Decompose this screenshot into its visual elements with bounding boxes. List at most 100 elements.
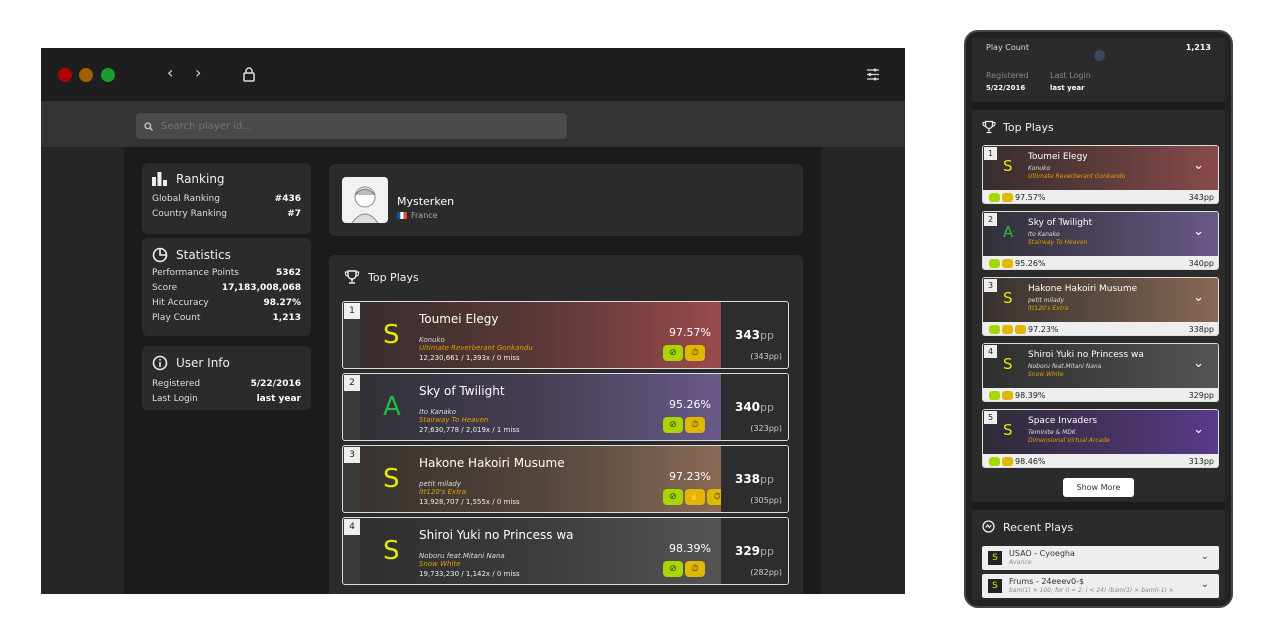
mobile-play-artist: Teminite & MDK	[1028, 429, 1076, 436]
play-weighted-pp: (305pp)	[750, 496, 782, 505]
recent-play-difficulty: Avarice	[1009, 559, 1032, 566]
play-grade: A	[383, 392, 401, 422]
mobile-play-footer: 98.46% 313pp	[983, 454, 1218, 467]
mobile-play-row[interactable]: 3 S Hakone Hakoiri Musume petit milady ltt12…	[982, 277, 1219, 336]
search-icon	[144, 121, 153, 131]
top-play-row[interactable]: 4 S Shiroi Yuki no Princess wa Noboru feat.…	[342, 517, 789, 585]
play-pp-value: 343	[734, 328, 761, 342]
top-play-row[interactable]: 3 S Hakone Hakoiri Musume petit milady ltt12…	[342, 445, 789, 513]
play-grade: S	[383, 320, 400, 350]
mod-no-fail-icon	[989, 193, 1000, 202]
mobile-play-pp: 343pp	[1188, 193, 1214, 202]
mobile-play-row[interactable]: 1 S Toumei Elegy Konuko Ultimate Reverberant…	[982, 145, 1219, 204]
play-difficulty: Ultimate Reverberant Gonkandu	[419, 344, 533, 352]
forward-arrow-icon[interactable]: ›	[195, 63, 201, 82]
phone-screen: Play Count 1,213 Registered 5/22/2016 La…	[972, 38, 1225, 600]
play-pp: 340pp	[735, 400, 774, 414]
close-window-button[interactable]	[58, 68, 72, 82]
stat-value: 1,213	[272, 313, 301, 323]
mobile-play-rank: 1	[984, 147, 997, 160]
show-more-button[interactable]: Show More	[1063, 478, 1134, 497]
mobile-top-plays-card: Top Plays 1 S Toumei Elegy Konuko Ultimate R…	[972, 110, 1225, 502]
stat-value: 5362	[275, 268, 301, 278]
last-login-label: Last Login	[152, 394, 198, 404]
play-title: Toumei Elegy	[419, 312, 499, 326]
desktop-window: ‹ › Ranking Global Ranking #436 Country R…	[41, 48, 905, 594]
mobile-registered-label: Registered	[986, 71, 1029, 80]
stat-row: Score 17,183,008,068	[152, 283, 301, 293]
play-pp-value: 340	[734, 400, 761, 414]
mod-no-fail-icon: ⊘	[663, 345, 683, 361]
play-artist: Konuko	[419, 336, 445, 344]
play-score: 27,630,778 / 2,019x / 1 miss	[419, 426, 520, 434]
play-pp-unit: pp	[760, 401, 774, 414]
mobile-play-footer: 97.23% 338pp	[983, 322, 1218, 335]
back-arrow-icon[interactable]: ‹	[167, 63, 173, 82]
mobile-play-grade: S	[1003, 421, 1013, 439]
play-pp: 338pp	[735, 472, 774, 486]
expand-chevron-icon[interactable]: ⌄	[1193, 356, 1204, 371]
mobile-play-pp: 340pp	[1188, 259, 1214, 268]
registered-value: 5/22/2016	[250, 379, 301, 389]
france-flag-icon	[397, 212, 407, 219]
play-score: 12,230,661 / 1,393x / 0 miss	[419, 354, 520, 362]
play-difficulty: ltt120's Extra	[419, 488, 467, 496]
top-play-row[interactable]: 1 S Toumei Elegy Konuko Ultimate Reverberant…	[342, 301, 789, 369]
play-pp-unit: pp	[760, 473, 774, 486]
maximize-window-button[interactable]	[101, 68, 115, 82]
mobile-play-artist: petit milady	[1028, 297, 1064, 304]
play-accuracy: 95.26%	[669, 398, 711, 411]
stat-row: Performance Points 5362	[152, 268, 301, 278]
phone-frame: Play Count 1,213 Registered 5/22/2016 La…	[964, 30, 1233, 608]
title-bar: ‹ ›	[41, 48, 905, 101]
search-input[interactable]	[161, 120, 541, 132]
expand-chevron-icon[interactable]: ⌄	[1193, 158, 1204, 173]
mobile-play-footer: 97.57% 343pp	[983, 190, 1218, 203]
mobile-play-title: Shiroi Yuki no Princess wa	[1028, 350, 1144, 360]
minimize-window-button[interactable]	[79, 68, 93, 82]
mobile-beatmap-background	[983, 410, 1218, 454]
expand-chevron-icon[interactable]: ⌄	[1193, 290, 1204, 305]
recent-play-name: USAO - Cyoegha	[1009, 549, 1075, 558]
play-pp-unit: pp	[760, 545, 774, 558]
expand-chevron-icon[interactable]: ⌄	[1193, 422, 1204, 437]
mobile-play-title: Hakone Hakoiri Musume	[1028, 284, 1138, 294]
play-pp-unit: pp	[760, 329, 774, 342]
mobile-play-row[interactable]: 5 S Space Invaders Teminite & MDK Dimensiona…	[982, 409, 1219, 468]
expand-chevron-icon[interactable]: ⌄	[1201, 579, 1209, 590]
top-plays-card: Top Plays 1 S Toumei Elegy Konuko Ultimate R…	[329, 255, 803, 594]
play-title: Hakone Hakoiri Musume	[419, 456, 565, 470]
mobile-play-accuracy: 98.39%	[1015, 391, 1046, 400]
stat-label: Play Count	[152, 313, 201, 323]
recent-play-row[interactable]: S USAO - Cyoegha Avarice ⌄	[982, 546, 1219, 570]
play-artist: Ito Kanako	[419, 408, 457, 416]
play-mods: ⊘ ✋ ⏱	[663, 489, 727, 505]
recent-play-row[interactable]: S Frums - 24eeev0-$ bam(1) × 100; for (i =…	[982, 574, 1219, 598]
mod-no-fail-icon	[989, 325, 1000, 334]
mobile-play-artist: Noboru feat.Mitani Nana	[1028, 363, 1102, 370]
info-icon	[152, 355, 168, 371]
avatar	[342, 177, 388, 223]
mobile-play-row[interactable]: 4 S Shiroi Yuki no Princess wa Noboru feat.…	[982, 343, 1219, 402]
mobile-play-count-label: Play Count	[986, 43, 1029, 52]
play-score: 13,928,707 / 1,555x / 0 miss	[419, 498, 520, 506]
stat-value: 98.27%	[263, 298, 302, 308]
mobile-play-difficulty: Ultimate Reverberant Gonkandu	[1028, 173, 1126, 180]
mobile-play-title: Sky of Twilight	[1028, 218, 1093, 228]
pie-chart-icon	[152, 247, 168, 263]
mod-double-time-icon: ⏱	[685, 345, 705, 361]
mobile-play-grade: S	[1003, 289, 1013, 307]
country-name: France	[411, 211, 438, 220]
settings-sliders-icon[interactable]	[866, 68, 880, 81]
mobile-trophy-icon	[982, 120, 996, 134]
mobile-play-grade: S	[1003, 157, 1013, 175]
mobile-last-login-label: Last Login	[1050, 71, 1091, 80]
mod-double-time-icon	[1015, 325, 1026, 334]
expand-chevron-icon[interactable]: ⌄	[1193, 224, 1204, 239]
search-box	[136, 113, 567, 139]
mobile-play-row[interactable]: 2 A Sky of Twilight Ito Kanako Stairway To H…	[982, 211, 1219, 270]
expand-chevron-icon[interactable]: ⌄	[1201, 551, 1209, 562]
mobile-play-title: Toumei Elegy	[1028, 152, 1088, 162]
top-play-row[interactable]: 2 A Sky of Twilight Ito Kanako Stairway To H…	[342, 373, 789, 441]
mod-no-fail-icon	[989, 259, 1000, 268]
